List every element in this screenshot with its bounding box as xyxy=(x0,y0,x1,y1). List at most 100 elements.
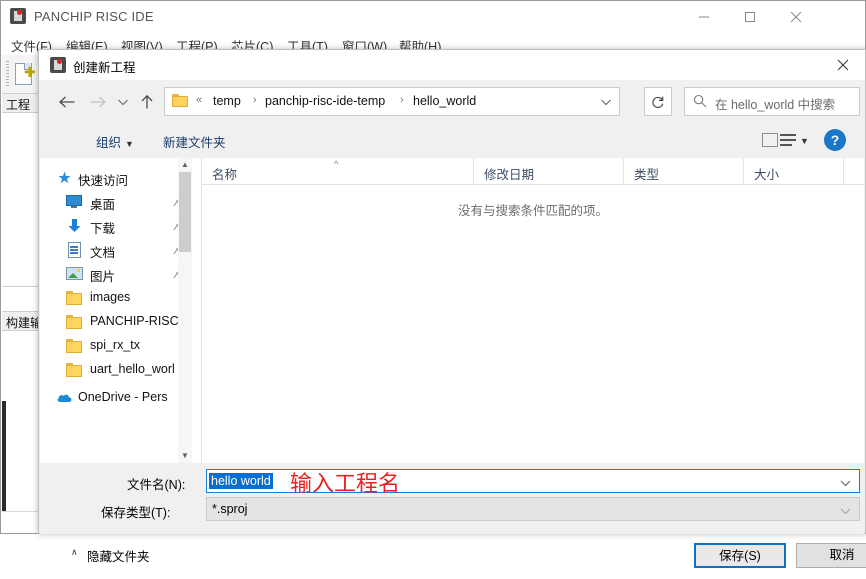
dialog-close-button[interactable] xyxy=(820,50,865,80)
left-edge-accent xyxy=(2,401,6,513)
column-header-name[interactable]: 名称 ^ xyxy=(202,158,474,184)
nav-item-downloads[interactable]: 下载 xyxy=(40,214,196,238)
navigation-pane-scrollbar[interactable]: ▲ ▼ xyxy=(178,158,192,463)
scroll-down-icon[interactable]: ▼ xyxy=(178,449,192,463)
star-pin-icon xyxy=(56,170,73,185)
document-icon xyxy=(66,242,83,258)
breadcrumb-item-panchip-risc-ide-temp[interactable]: panchip-risc-ide-temp xyxy=(265,94,385,108)
dialog-command-bar: 组织 ▼ 新建文件夹 ▼ ? xyxy=(40,124,864,159)
folder-icon xyxy=(66,314,83,329)
forward-button xyxy=(85,89,111,115)
nav-item-onedrive[interactable]: OneDrive - Pers xyxy=(40,386,196,410)
back-button[interactable] xyxy=(54,89,80,115)
create-project-dialog: 创建新工程 « temp › panchip-risc-ide-temp › h… xyxy=(38,49,866,568)
new-folder-button[interactable]: 新建文件夹 xyxy=(163,132,226,151)
folder-icon xyxy=(172,94,188,107)
column-header-type[interactable]: 类型 xyxy=(624,158,744,184)
hide-folders-button[interactable]: ∧ 隐藏文件夹 xyxy=(71,546,150,565)
dialog-body: 快速访问 桌面 下载 文档 图片 images PANCHIP-RISC spi… xyxy=(40,158,864,463)
scroll-up-icon[interactable]: ▲ xyxy=(178,158,192,172)
recent-locations-button[interactable] xyxy=(114,89,132,115)
refresh-button[interactable] xyxy=(644,87,672,116)
nav-item-label: uart_hello_worl xyxy=(90,362,175,376)
nav-item-desktop[interactable]: 桌面 xyxy=(40,190,196,214)
file-name-combobox[interactable]: hello world 输入工程名 xyxy=(206,469,860,496)
up-one-level-button[interactable] xyxy=(134,89,160,115)
column-label: 类型 xyxy=(634,168,660,182)
column-header-size[interactable]: 大小 xyxy=(744,158,844,184)
chevron-down-icon: ▼ xyxy=(125,139,134,149)
dialog-form: 文件名(N): hello world 输入工程名 保存类型(T): *.spr… xyxy=(40,463,864,534)
breadcrumb-address-bar[interactable]: « temp › panchip-risc-ide-temp › hello_w… xyxy=(164,87,620,116)
help-glyph: ? xyxy=(830,132,840,148)
search-placeholder: 在 hello_world 中搜索 xyxy=(715,98,836,112)
nav-item-label: 桌面 xyxy=(90,198,116,212)
folder-icon xyxy=(66,362,83,377)
breadcrumb-prefix: « xyxy=(196,94,203,106)
nav-item-label: images xyxy=(90,290,131,304)
breadcrumb-separator-1: › xyxy=(253,94,257,106)
breadcrumb-item-temp[interactable]: temp xyxy=(213,94,241,108)
organize-button[interactable]: 组织 ▼ xyxy=(96,132,134,151)
nav-item-uart-hello-world[interactable]: uart_hello_worl xyxy=(40,358,196,382)
save-type-label: 保存类型(T): xyxy=(101,506,171,520)
nav-item-documents[interactable]: 文档 xyxy=(40,238,196,262)
nav-item-label: PANCHIP-RISC xyxy=(90,314,179,328)
chevron-down-icon[interactable] xyxy=(840,476,851,490)
breadcrumb-item-hello-world[interactable]: hello_world xyxy=(413,94,476,108)
nav-item-label: 下载 xyxy=(90,222,116,236)
picture-icon xyxy=(66,266,83,281)
app-logo-icon xyxy=(10,8,26,24)
dialog-title: 创建新工程 xyxy=(73,61,136,75)
column-label: 修改日期 xyxy=(484,168,535,182)
file-list-pane[interactable]: 名称 ^ 修改日期 类型 大小 没有与搜索条件匹配的项。 xyxy=(202,158,864,463)
window-close-button[interactable] xyxy=(773,1,819,32)
column-header-date-modified[interactable]: 修改日期 xyxy=(474,158,624,184)
window-maximize-button[interactable] xyxy=(727,1,773,32)
chevron-down-icon[interactable] xyxy=(840,504,851,518)
chevron-down-icon: ▼ xyxy=(800,136,809,146)
dialog-app-icon xyxy=(50,57,66,73)
nav-item-spi-rx-tx[interactable]: spi_rx_tx xyxy=(40,334,196,358)
address-dropdown-icon[interactable] xyxy=(593,88,619,115)
toolbar-grip[interactable] xyxy=(6,61,9,87)
navigation-list: 快速访问 桌面 下载 文档 图片 images PANCHIP-RISC spi… xyxy=(40,166,196,410)
nav-item-label: 文档 xyxy=(90,246,116,260)
ide-window-title: PANCHIP RISC IDE xyxy=(34,9,154,24)
nav-item-images[interactable]: images xyxy=(40,286,196,310)
nav-item-label: spi_rx_tx xyxy=(90,338,141,352)
column-label: 大小 xyxy=(754,168,780,182)
nav-item-label: 图片 xyxy=(90,270,116,284)
monitor-icon xyxy=(66,194,83,209)
view-layout-icon xyxy=(762,133,778,147)
annotation-enter-project-name: 输入工程名 xyxy=(290,471,401,496)
window-minimize-button[interactable] xyxy=(681,1,727,32)
ide-titlebar: PANCHIP RISC IDE xyxy=(1,1,865,32)
onedrive-cloud-icon xyxy=(56,390,73,405)
help-icon[interactable]: ? xyxy=(824,129,846,151)
file-name-value[interactable]: hello world xyxy=(209,473,273,489)
dialog-navigation-bar: « temp › panchip-risc-ide-temp › hello_w… xyxy=(40,80,864,124)
hide-folders-label: 隐藏文件夹 xyxy=(87,550,150,564)
new-project-icon[interactable]: ✚ xyxy=(15,63,36,85)
save-button[interactable]: 保存(S) xyxy=(694,543,786,568)
breadcrumb-separator-2: › xyxy=(400,94,404,106)
file-list-column-headers: 名称 ^ 修改日期 类型 大小 xyxy=(202,158,864,185)
view-options-button[interactable]: ▼ xyxy=(760,130,809,152)
search-input[interactable]: 在 hello_world 中搜索 xyxy=(684,87,860,116)
folder-icon xyxy=(66,290,83,305)
empty-list-message: 没有与搜索条件匹配的项。 xyxy=(457,204,608,218)
organize-label: 组织 xyxy=(96,136,122,150)
save-type-value: *.sproj xyxy=(212,502,248,516)
save-type-combobox[interactable]: *.sproj xyxy=(206,497,860,521)
navigation-pane: 快速访问 桌面 下载 文档 图片 images PANCHIP-RISC spi… xyxy=(40,158,196,463)
nav-item-panchip-risc[interactable]: PANCHIP-RISC xyxy=(40,310,196,334)
scrollbar-thumb[interactable] xyxy=(179,172,191,252)
cancel-button[interactable]: 取消 xyxy=(796,543,866,568)
nav-item-pictures[interactable]: 图片 xyxy=(40,262,196,286)
column-label: 名称 xyxy=(212,168,238,182)
nav-item-quick-access[interactable]: 快速访问 xyxy=(40,166,196,190)
nav-item-label: 快速访问 xyxy=(78,174,129,188)
search-icon xyxy=(693,94,707,111)
chevron-up-icon: ∧ xyxy=(71,547,78,557)
